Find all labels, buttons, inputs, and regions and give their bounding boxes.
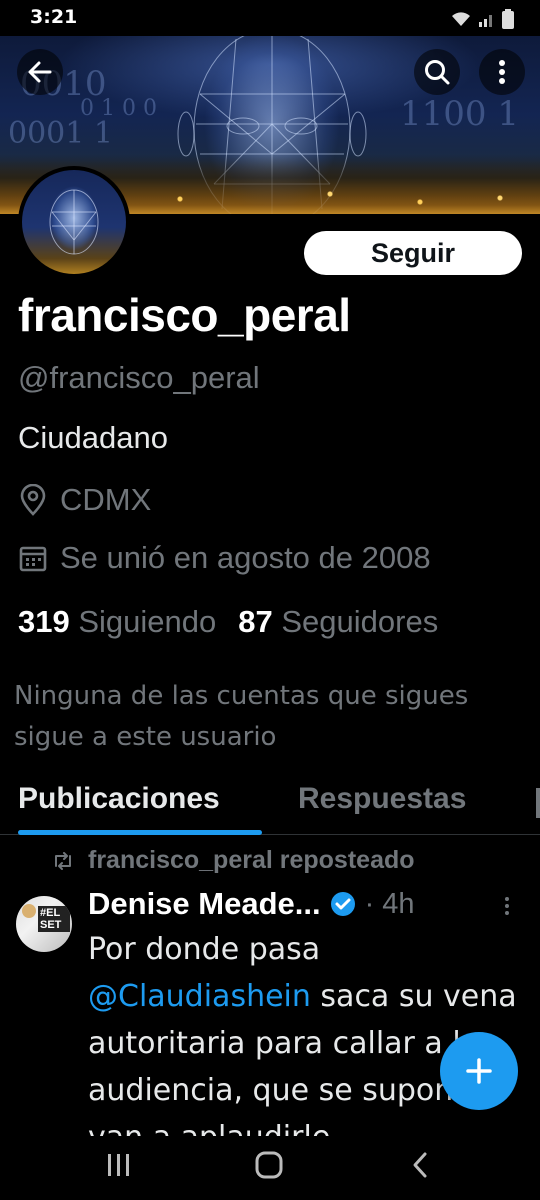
signal-icon: [479, 15, 492, 27]
verified-badge-icon: [330, 892, 355, 916]
repost-label: francisco_peral reposteado: [88, 846, 415, 874]
recent-apps-icon: [108, 1154, 129, 1176]
tab-respuestas[interactable]: Respuestas: [298, 782, 466, 816]
profile-handle: @francisco_peral: [18, 360, 260, 395]
post-text-part: Por donde pasa: [88, 932, 321, 967]
location-text: CDMX: [60, 482, 152, 517]
chevron-left-icon: [413, 1152, 427, 1178]
follow-button[interactable]: Seguir: [304, 231, 522, 275]
profile-tabs: Publicaciones Respuestas: [0, 780, 540, 835]
followers-link[interactable]: 87 Seguidores: [238, 604, 438, 640]
post-mention-link[interactable]: @Claudiashein: [88, 979, 311, 1014]
status-bar: 3:21: [0, 0, 540, 36]
wifi-icon: [452, 12, 470, 26]
system-navigation-bar: [0, 1136, 540, 1200]
profile-join-date: Se unió en agosto de 2008: [18, 540, 431, 576]
profile-bio: Ciudadano: [18, 420, 168, 455]
compose-button[interactable]: [440, 1032, 518, 1110]
tab-overflow-edge: [536, 788, 540, 818]
more-options-button[interactable]: [479, 49, 525, 95]
search-button[interactable]: [414, 49, 460, 95]
avatar-wireframe-face: [49, 189, 99, 255]
home-button[interactable]: [254, 1150, 284, 1184]
post-header: Denise Meade... · 4h: [88, 886, 415, 922]
back-nav-button[interactable]: [408, 1150, 432, 1184]
mutual-followers-note: Ninguna de las cuentas que sigues sigue …: [14, 681, 469, 752]
profile-location: CDMX: [18, 482, 151, 518]
status-icons: [450, 9, 514, 29]
follow-counts: 319 Siguiendo 87 Seguidores: [18, 604, 438, 640]
search-icon: [425, 60, 450, 85]
post-more-button[interactable]: [504, 896, 510, 920]
calendar-icon: [19, 546, 47, 572]
post-author-name[interactable]: Denise Meade...: [88, 886, 321, 922]
followers-label: Seguidores: [281, 604, 439, 639]
post-time-separator: ·: [364, 887, 375, 920]
following-link[interactable]: 319 Siguiendo: [18, 604, 216, 640]
followers-count: 87: [238, 604, 273, 639]
post-time: 4h: [382, 887, 415, 920]
plus-icon: [466, 1058, 492, 1084]
avatar-person-head: [22, 904, 36, 918]
home-icon: [255, 1151, 283, 1179]
tab-publicaciones[interactable]: Publicaciones: [18, 782, 220, 816]
repost-context: francisco_peral reposteado: [52, 846, 415, 875]
active-tab-indicator: [18, 830, 262, 835]
following-label: Siguiendo: [78, 604, 217, 639]
repost-icon: [55, 851, 71, 870]
arrow-left-icon: [28, 61, 52, 83]
more-vertical-icon: [505, 897, 509, 915]
avatar-sign-text: #EL SET: [38, 906, 70, 932]
more-vertical-icon: [499, 60, 505, 84]
battery-icon: [502, 9, 514, 29]
profile-display-name: francisco_peral: [18, 289, 351, 341]
recent-apps-button[interactable]: [106, 1150, 132, 1184]
join-date-text: Se unió en agosto de 2008: [60, 540, 431, 575]
following-count: 319: [18, 604, 70, 639]
back-button[interactable]: [17, 49, 63, 95]
location-pin-icon: [20, 484, 46, 516]
post-author-avatar[interactable]: #EL SET: [16, 896, 72, 952]
status-time: 3:21: [30, 6, 78, 28]
profile-avatar[interactable]: [18, 166, 130, 278]
